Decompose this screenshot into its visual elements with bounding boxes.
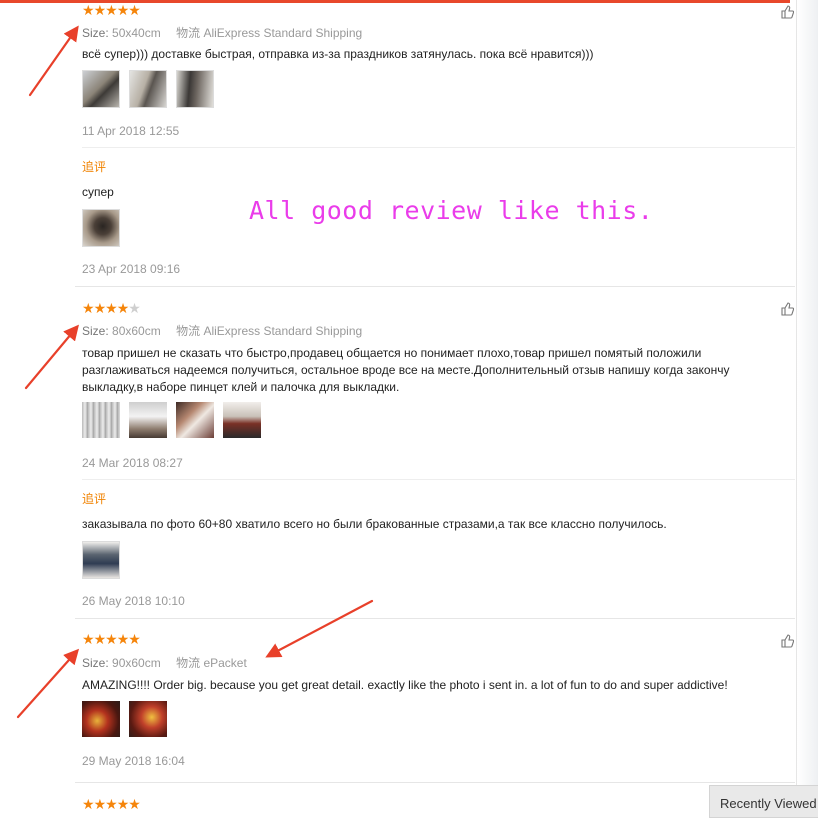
star-icon: ★ bbox=[116, 2, 130, 18]
review-meta: Size: 90x60cm 物流 ePacket bbox=[82, 654, 247, 671]
additional-review-label: 追评 bbox=[82, 492, 107, 506]
review-photo-thumbnail[interactable] bbox=[129, 701, 167, 737]
scrollbar-track[interactable] bbox=[796, 0, 818, 818]
annotation-text: All good review like this. bbox=[249, 196, 654, 225]
additional-review-date: 26 May 2018 10:10 bbox=[82, 594, 185, 608]
review-photo-thumbnail[interactable] bbox=[129, 70, 167, 108]
star-icon: ★ bbox=[93, 2, 107, 18]
red-arrow bbox=[24, 324, 79, 390]
rating-stars: ★★★★★ bbox=[82, 631, 141, 647]
recently-viewed-button[interactable]: Recently Viewed bbox=[709, 785, 818, 818]
additional-review-photos bbox=[82, 209, 120, 247]
size-value: 50x40cm bbox=[112, 26, 161, 40]
star-icon: ★ bbox=[82, 796, 95, 812]
review-photo-thumbnail[interactable] bbox=[176, 402, 214, 438]
review-divider bbox=[75, 618, 795, 619]
thumbs-up-icon[interactable] bbox=[780, 634, 794, 648]
size-label: Size: bbox=[82, 324, 109, 338]
red-arrow bbox=[265, 599, 374, 658]
review-text: всё супер))) доставке быстрая, отправка … bbox=[82, 47, 594, 61]
review-photo-thumbnail[interactable] bbox=[176, 70, 214, 108]
star-icon: ★ bbox=[105, 631, 118, 647]
thumbs-up-icon[interactable] bbox=[780, 302, 794, 316]
review-meta: Size: 50x40cm 物流 AliExpress Standard Shi… bbox=[82, 24, 362, 41]
review-photo-thumbnail[interactable] bbox=[223, 402, 261, 438]
additional-review-text: заказывала по фото 60+80 хватило всего н… bbox=[82, 517, 667, 531]
star-icon: ★ bbox=[93, 300, 107, 316]
review-photo-thumbnail[interactable] bbox=[82, 209, 120, 247]
shipping-method: ePacket bbox=[203, 656, 247, 670]
rating-stars: ★★★★★ bbox=[82, 2, 141, 18]
star-icon: ★ bbox=[128, 300, 141, 316]
divider bbox=[82, 147, 795, 148]
review-photos bbox=[82, 701, 167, 737]
shipping-method: AliExpress Standard Shipping bbox=[203, 26, 363, 40]
review-photo-thumbnail[interactable] bbox=[129, 402, 167, 438]
review-divider bbox=[75, 286, 795, 287]
shipping-label: 物流 bbox=[176, 26, 201, 40]
review-date: 29 May 2018 16:04 bbox=[82, 754, 185, 768]
star-icon: ★ bbox=[116, 300, 130, 316]
review-photos bbox=[82, 70, 214, 108]
shipping-label: 物流 bbox=[176, 324, 201, 338]
reviews-page: ★★★★★ Size: 50x40cm 物流 AliExpress Standa… bbox=[0, 0, 818, 818]
star-icon: ★ bbox=[82, 631, 95, 647]
size-label: Size: bbox=[82, 656, 109, 670]
star-icon: ★ bbox=[128, 2, 141, 18]
review-date: 11 Apr 2018 12:55 bbox=[82, 124, 180, 138]
thumbs-up-icon[interactable] bbox=[780, 5, 794, 19]
size-value: 90x60cm bbox=[112, 656, 161, 670]
star-icon: ★ bbox=[128, 796, 141, 812]
star-icon: ★ bbox=[116, 631, 130, 647]
star-icon: ★ bbox=[93, 631, 107, 647]
star-icon: ★ bbox=[93, 796, 107, 812]
size-value: 80x60cm bbox=[112, 324, 161, 338]
rating-stars: ★★★★★ bbox=[82, 796, 141, 812]
review-photo-thumbnail[interactable] bbox=[82, 70, 120, 108]
review-photo-thumbnail[interactable] bbox=[82, 541, 120, 579]
star-icon: ★ bbox=[128, 631, 141, 647]
red-arrow bbox=[28, 25, 79, 97]
review-photo-thumbnail[interactable] bbox=[82, 402, 120, 438]
star-icon: ★ bbox=[105, 2, 118, 18]
additional-review-photos bbox=[82, 541, 120, 579]
shipping-label: 物流 bbox=[176, 656, 201, 670]
review-photo-thumbnail[interactable] bbox=[82, 701, 120, 737]
additional-review-label: 追评 bbox=[82, 160, 107, 174]
review-text: AMAZING!!!! Order big. because you get g… bbox=[82, 678, 728, 692]
rating-stars: ★★★★★ bbox=[82, 300, 141, 316]
size-label: Size: bbox=[82, 26, 109, 40]
review-date: 24 Mar 2018 08:27 bbox=[82, 456, 183, 470]
star-icon: ★ bbox=[82, 2, 95, 18]
red-arrow bbox=[16, 648, 80, 719]
star-icon: ★ bbox=[116, 796, 130, 812]
star-icon: ★ bbox=[82, 300, 95, 316]
review-meta: Size: 80x60cm 物流 AliExpress Standard Shi… bbox=[82, 322, 362, 339]
review-text: товар пришел не сказать что быстро,прода… bbox=[82, 346, 730, 394]
star-icon: ★ bbox=[105, 300, 118, 316]
review-divider bbox=[75, 782, 795, 783]
shipping-method: AliExpress Standard Shipping bbox=[203, 324, 363, 338]
review-photos bbox=[82, 402, 261, 438]
star-icon: ★ bbox=[105, 796, 118, 812]
additional-review-date: 23 Apr 2018 09:16 bbox=[82, 262, 181, 276]
divider bbox=[82, 479, 795, 480]
